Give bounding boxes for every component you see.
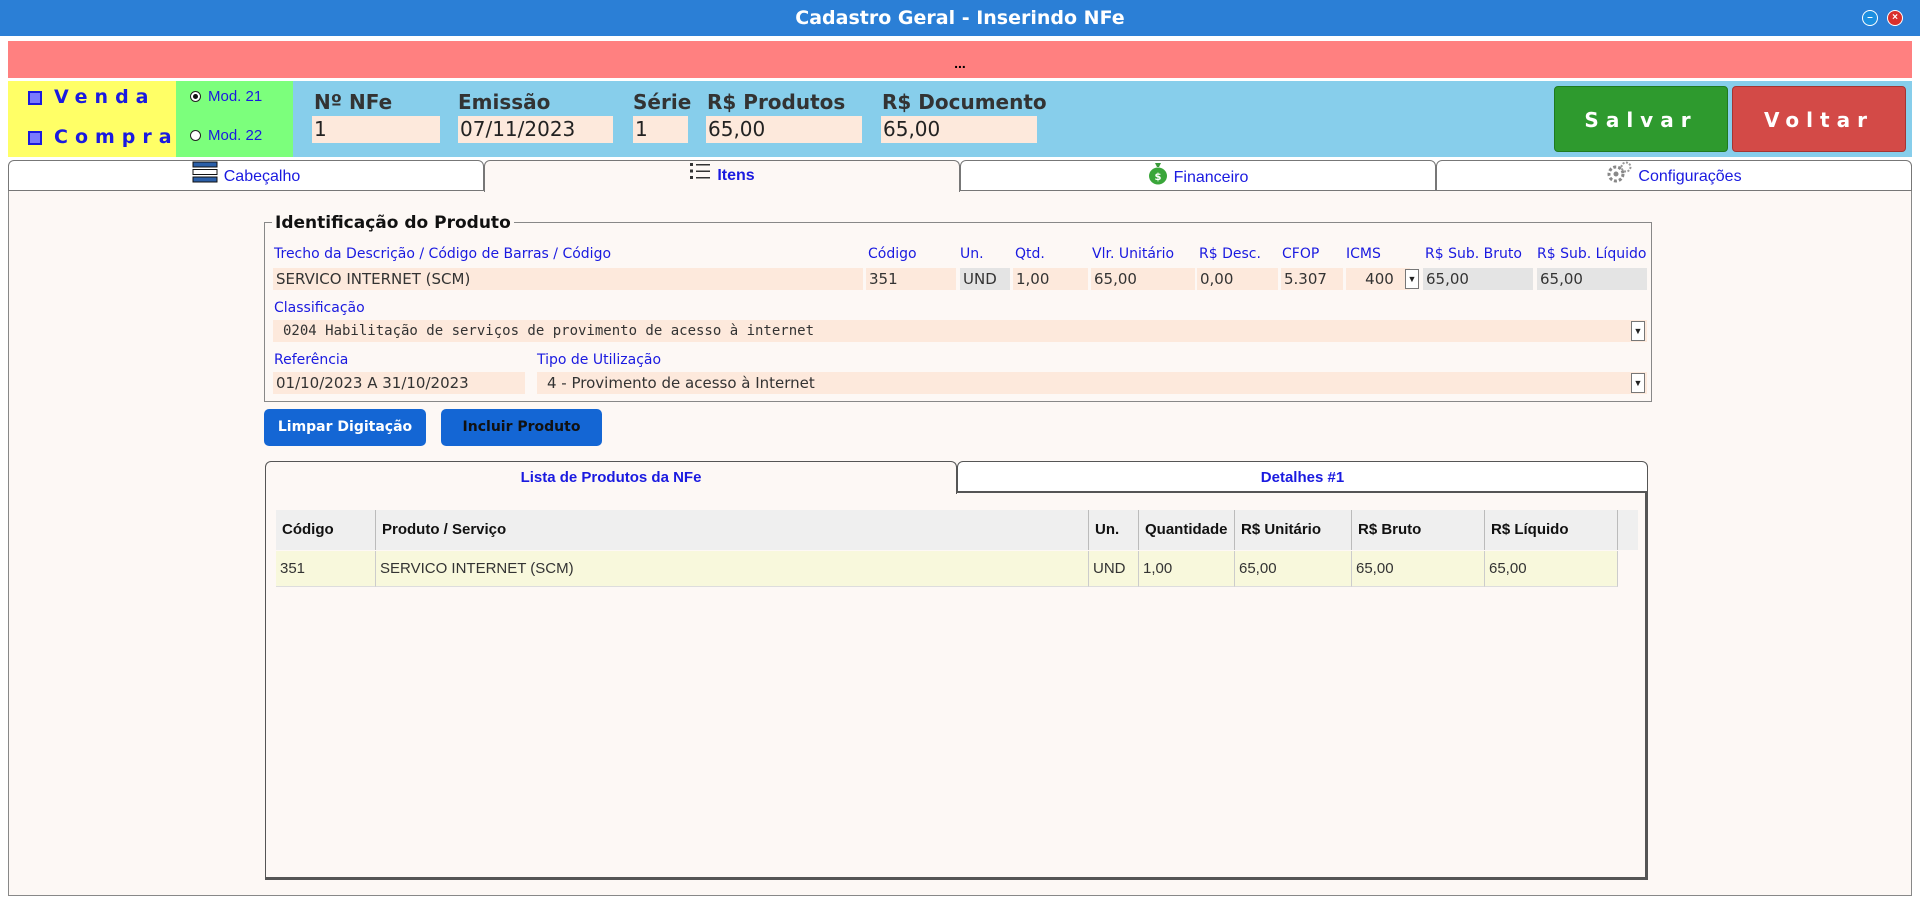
usage-type-label: Tipo de Utilização bbox=[537, 352, 662, 368]
include-product-button[interactable]: Incluir Produto bbox=[441, 409, 602, 446]
tab-settings[interactable]: Configurações bbox=[1436, 160, 1912, 191]
svg-text:$: $ bbox=[1154, 172, 1161, 183]
products-total-label: R$ Produtos bbox=[707, 90, 846, 114]
table-cell-unit-price[interactable]: 65,00 bbox=[1235, 551, 1352, 587]
alert-text: ... bbox=[954, 55, 966, 71]
usage-type-select[interactable]: 4 - Provimento de acesso à Internet bbox=[537, 372, 1647, 394]
description-label: Trecho da Descrição / Código de Barras /… bbox=[274, 246, 612, 262]
products-total-field[interactable]: 65,00 bbox=[706, 116, 862, 143]
radio-selected-icon bbox=[190, 91, 201, 102]
series-label: Série bbox=[633, 90, 692, 114]
nfe-number-field[interactable]: 1 bbox=[312, 116, 440, 143]
code-input[interactable]: 351 bbox=[866, 268, 956, 290]
table-cell-unit[interactable]: UND bbox=[1089, 551, 1139, 587]
qty-input[interactable]: 1,00 bbox=[1013, 268, 1088, 290]
radio-mod-21[interactable]: Mod. 21 bbox=[190, 88, 262, 105]
chevron-down-icon[interactable]: ▼ bbox=[1405, 269, 1419, 289]
money-bag-icon: $ bbox=[1148, 161, 1168, 195]
unit-price-input[interactable]: 65,00 bbox=[1091, 268, 1195, 290]
unit-label: Un. bbox=[960, 246, 984, 262]
tab-header[interactable]: Cabeçalho bbox=[8, 160, 484, 191]
table-cell-product[interactable]: SERVICO INTERNET (SCM) bbox=[376, 551, 1089, 587]
chevron-down-icon[interactable]: ▼ bbox=[1631, 321, 1645, 341]
column-header-unit[interactable]: Un. bbox=[1089, 510, 1139, 550]
issue-date-label: Emissão bbox=[458, 90, 551, 114]
nfe-number-label: Nº NFe bbox=[314, 90, 393, 114]
column-header-product[interactable]: Produto / Serviço bbox=[376, 510, 1089, 550]
cfop-label: CFOP bbox=[1282, 246, 1320, 262]
reference-label: Referência bbox=[274, 352, 349, 368]
qty-label: Qtd. bbox=[1015, 246, 1045, 262]
sub-gross-input: 65,00 bbox=[1423, 268, 1533, 290]
checkbox-icon bbox=[28, 90, 42, 105]
icms-select[interactable]: 400 bbox=[1346, 268, 1410, 290]
reference-input[interactable]: 01/10/2023 A 31/10/2023 bbox=[273, 372, 525, 394]
icms-label: ICMS bbox=[1346, 246, 1381, 262]
sub-net-input: 65,00 bbox=[1537, 268, 1647, 290]
back-button[interactable]: Voltar bbox=[1732, 86, 1906, 152]
checkbox-icon bbox=[28, 130, 42, 145]
close-icon[interactable]: × bbox=[1887, 10, 1903, 26]
issue-date-field[interactable]: 07/11/2023 bbox=[458, 116, 613, 143]
unit-input: UND bbox=[960, 268, 1010, 290]
tab-financial[interactable]: $ Financeiro bbox=[960, 160, 1436, 191]
chevron-down-icon[interactable]: ▼ bbox=[1631, 373, 1645, 393]
sub-net-label: R$ Sub. Líquido bbox=[1537, 246, 1647, 262]
column-header-quantity[interactable]: Quantidade bbox=[1139, 510, 1235, 550]
table-cell-gross[interactable]: 65,00 bbox=[1352, 551, 1485, 587]
radio-icon bbox=[190, 130, 201, 141]
description-input[interactable]: SERVICO INTERNET (SCM) bbox=[273, 268, 863, 290]
table-cell-code[interactable]: 351 bbox=[276, 551, 376, 587]
tab-product-list[interactable]: Lista de Produtos da NFe bbox=[265, 461, 957, 494]
gear-icon bbox=[1606, 161, 1632, 193]
sub-gross-label: R$ Sub. Bruto bbox=[1425, 246, 1522, 262]
classification-label: Classificação bbox=[274, 300, 365, 316]
column-header-gross[interactable]: R$ Bruto bbox=[1352, 510, 1485, 550]
series-field[interactable]: 1 bbox=[633, 116, 688, 143]
product-identification-legend: Identificação do Produto bbox=[272, 213, 514, 233]
classification-select[interactable]: 0204 Habilitação de serviços de provimen… bbox=[273, 320, 1647, 342]
tab-items[interactable]: Itens bbox=[484, 160, 960, 192]
document-total-field[interactable]: 65,00 bbox=[881, 116, 1037, 143]
column-header-spacer bbox=[1618, 510, 1638, 550]
table-cell-quantity[interactable]: 1,00 bbox=[1139, 551, 1235, 587]
type-option-purchase[interactable]: Compra bbox=[28, 126, 179, 148]
tab-details[interactable]: Detalhes #1 bbox=[957, 461, 1648, 492]
column-header-unit-price[interactable]: R$ Unitário bbox=[1235, 510, 1352, 550]
save-button[interactable]: Salvar bbox=[1554, 86, 1728, 152]
window-title: Cadastro Geral - Inserindo NFe bbox=[795, 7, 1125, 29]
type-option-sale[interactable]: Venda bbox=[28, 86, 156, 108]
column-header-net[interactable]: R$ Líquido bbox=[1485, 510, 1618, 550]
unit-price-label: Vlr. Unitário bbox=[1092, 246, 1175, 262]
document-total-label: R$ Documento bbox=[882, 90, 1047, 114]
code-label: Código bbox=[868, 246, 917, 262]
list-stack-icon bbox=[192, 161, 218, 193]
column-header-code[interactable]: Código bbox=[276, 510, 376, 550]
list-icon bbox=[689, 161, 711, 191]
radio-mod-22[interactable]: Mod. 22 bbox=[190, 127, 262, 144]
clear-input-button[interactable]: Limpar Digitação bbox=[264, 409, 426, 446]
discount-input[interactable]: 0,00 bbox=[1197, 268, 1278, 290]
table-cell-net[interactable]: 65,00 bbox=[1485, 551, 1618, 587]
discount-label: R$ Desc. bbox=[1199, 246, 1261, 262]
cfop-input[interactable]: 5.307 bbox=[1281, 268, 1343, 290]
minimize-icon[interactable]: – bbox=[1862, 10, 1878, 26]
